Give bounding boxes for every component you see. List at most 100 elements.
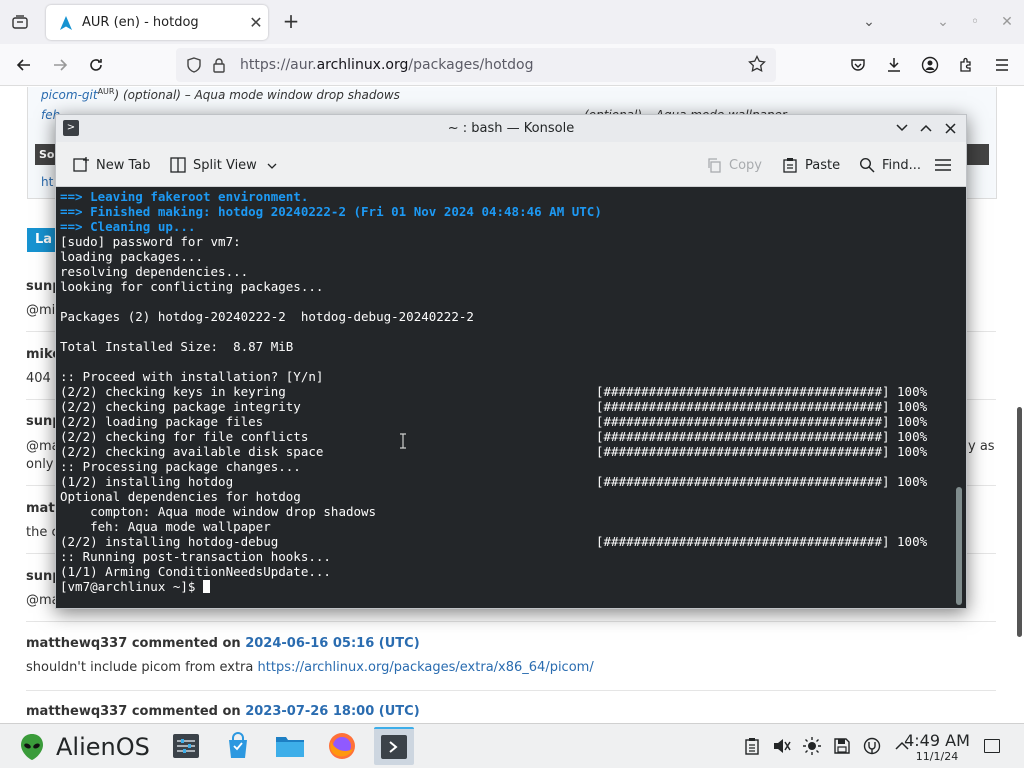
page-scrollbar[interactable] <box>1017 407 1022 637</box>
forward-icon[interactable] <box>48 53 72 77</box>
source-link[interactable]: ht <box>41 175 53 189</box>
new-tab-button[interactable]: + <box>280 10 302 32</box>
terminal-line: (1/1) Arming ConditionNeedsUpdate... <box>60 564 331 579</box>
url-bar[interactable]: https://aur.archlinux.org/packages/hotdo… <box>176 48 776 82</box>
network-icon[interactable] <box>862 736 882 756</box>
terminal-line: Total Installed Size: 8.87 MiB <box>60 339 294 354</box>
downloads-icon[interactable] <box>882 53 906 77</box>
minimize-window-icon[interactable]: ⌄ <box>932 14 954 30</box>
arch-logo-icon <box>60 15 72 30</box>
close-icon[interactable] <box>940 118 960 138</box>
clock-time: 4:49 AM <box>904 731 970 750</box>
progress-bar-text: [#####################################] … <box>596 429 928 444</box>
terminal-line: loading packages... <box>60 249 203 264</box>
taskbar: AlienOS 4:49 AM 11/1/24 <box>0 723 1024 768</box>
close-tab-icon[interactable]: ✕ <box>244 13 268 32</box>
start-menu-button[interactable]: AlienOS <box>20 732 150 762</box>
settings-app-icon[interactable] <box>166 727 206 765</box>
minimize-icon[interactable] <box>892 118 912 138</box>
list-all-tabs-icon[interactable]: ⌄ <box>858 14 880 30</box>
terminal-line: ==> Finished making: hotdog 20240222-2 (… <box>60 204 602 219</box>
extensions-icon[interactable] <box>954 53 978 77</box>
copy-button[interactable]: Copy <box>705 154 762 176</box>
pocket-icon[interactable] <box>846 53 870 77</box>
comment-text: shouldn't include picom from extra https… <box>26 660 594 675</box>
terminal-line: [sudo] password for vm7: <box>60 234 241 249</box>
terminal-prompt: [vm7@archlinux ~]$ <box>60 579 210 594</box>
menu-icon[interactable] <box>990 53 1014 77</box>
comment-date-link[interactable]: 2024-06-16 05:16 (UTC) <box>245 636 419 651</box>
konsole-taskbar-icon[interactable] <box>374 727 414 765</box>
divider <box>26 690 996 691</box>
file-manager-icon[interactable] <box>270 727 310 765</box>
comment-link[interactable]: https://archlinux.org/packages/extra/x86… <box>258 660 594 675</box>
maximize-window-icon[interactable]: ◦ <box>964 14 986 30</box>
store-app-icon[interactable] <box>218 727 258 765</box>
system-tray <box>742 736 912 756</box>
terminal-scrollbar[interactable] <box>956 487 962 605</box>
terminal-line: resolving dependencies... <box>60 264 249 279</box>
paste-icon <box>781 156 799 174</box>
comment-text: the c <box>26 525 59 540</box>
close-window-icon[interactable]: ✕ <box>996 14 1018 30</box>
clock[interactable]: 4:49 AM 11/1/24 <box>900 732 974 764</box>
konsole-titlebar[interactable]: > ~ : bash — Konsole <box>56 115 966 142</box>
copy-icon <box>705 156 723 174</box>
progress-bar-text: [#####################################] … <box>596 444 928 459</box>
brightness-icon[interactable] <box>802 736 822 756</box>
paste-button[interactable]: Paste <box>781 154 840 176</box>
progress-bar-text: [#####################################] … <box>596 399 928 414</box>
terminal-output[interactable]: ==> Leaving fakeroot environment. ==> Fi… <box>56 187 966 608</box>
new-tab-button[interactable]: New Tab <box>72 154 151 176</box>
account-icon[interactable] <box>918 53 942 77</box>
comment-text: y as <box>968 439 995 454</box>
split-view-button[interactable]: Split View <box>169 154 277 176</box>
hamburger-menu-icon[interactable] <box>934 154 952 176</box>
konsole-toolbar: New Tab Split View Copy Paste Find... <box>56 142 966 187</box>
divider <box>26 621 996 622</box>
terminal-line: (2/2) loading package files <box>60 414 264 429</box>
terminal-line: :: Processing package changes... <box>60 459 301 474</box>
dependency-line: picom-gitAUR) (optional) – Aqua mode win… <box>41 87 400 102</box>
terminal-line: compton: Aqua mode window drop shadows <box>60 504 377 519</box>
terminal-line: :: Running post-transaction hooks... <box>60 549 331 564</box>
dependency-link[interactable]: picom-git <box>41 88 98 102</box>
terminal-line: (2/2) checking package integrity <box>60 399 301 414</box>
search-icon <box>858 156 876 174</box>
show-desktop-icon[interactable] <box>984 739 1000 753</box>
disk-icon[interactable] <box>832 736 852 756</box>
comment-text: only <box>26 457 54 472</box>
progress-bar-text: [#####################################] … <box>596 414 928 429</box>
progress-bar-text: [#####################################] … <box>596 474 928 489</box>
find-button[interactable]: Find... <box>858 154 921 176</box>
url-text: https://aur.archlinux.org/packages/hotdo… <box>240 57 534 73</box>
tab-list-icon[interactable] <box>10 14 30 30</box>
latest-comments-header: La <box>27 228 57 252</box>
firefox-icon[interactable] <box>322 727 362 765</box>
terminal-line: Packages (2) hotdog-20240222-2 hotdog-de… <box>60 309 474 324</box>
terminal-line: :: Proceed with installation? [Y/n] <box>60 369 324 384</box>
terminal-line: Optional dependencies for hotdog <box>60 489 301 504</box>
browser-nav-bar: https://aur.archlinux.org/packages/hotdo… <box>0 44 1024 86</box>
browser-tab[interactable]: AUR (en) - hotdog ✕ <box>46 5 268 40</box>
comment-header: matthewq337 commented on 2023-07-26 18:0… <box>26 704 420 719</box>
clipboard-icon[interactable] <box>742 736 762 756</box>
reload-icon[interactable] <box>84 53 108 77</box>
back-icon[interactable] <box>12 53 36 77</box>
terminal-line: feh: Aqua mode wallpaper <box>60 519 271 534</box>
terminal-line: ==> Leaving fakeroot environment. <box>60 189 309 204</box>
konsole-window: > ~ : bash — Konsole New Tab Split View … <box>55 114 967 609</box>
progress-bar-text: [#####################################] … <box>596 534 928 549</box>
terminal-line: ==> Cleaning up... <box>60 219 196 234</box>
shield-icon[interactable] <box>186 57 202 73</box>
bookmark-star-icon[interactable] <box>748 55 766 73</box>
new-tab-icon <box>72 156 90 174</box>
browser-tab-bar: AUR (en) - hotdog ✕ + ⌄ ⌄ ◦ ✕ <box>0 0 1024 44</box>
text-cursor <box>203 580 210 593</box>
lock-icon[interactable] <box>212 57 226 73</box>
comment-date-link[interactable]: 2023-07-26 18:00 (UTC) <box>245 704 419 719</box>
volume-muted-icon[interactable] <box>772 736 792 756</box>
mouse-ibeam-cursor <box>400 433 406 449</box>
chevron-down-icon <box>267 158 277 173</box>
maximize-icon[interactable] <box>916 118 936 138</box>
